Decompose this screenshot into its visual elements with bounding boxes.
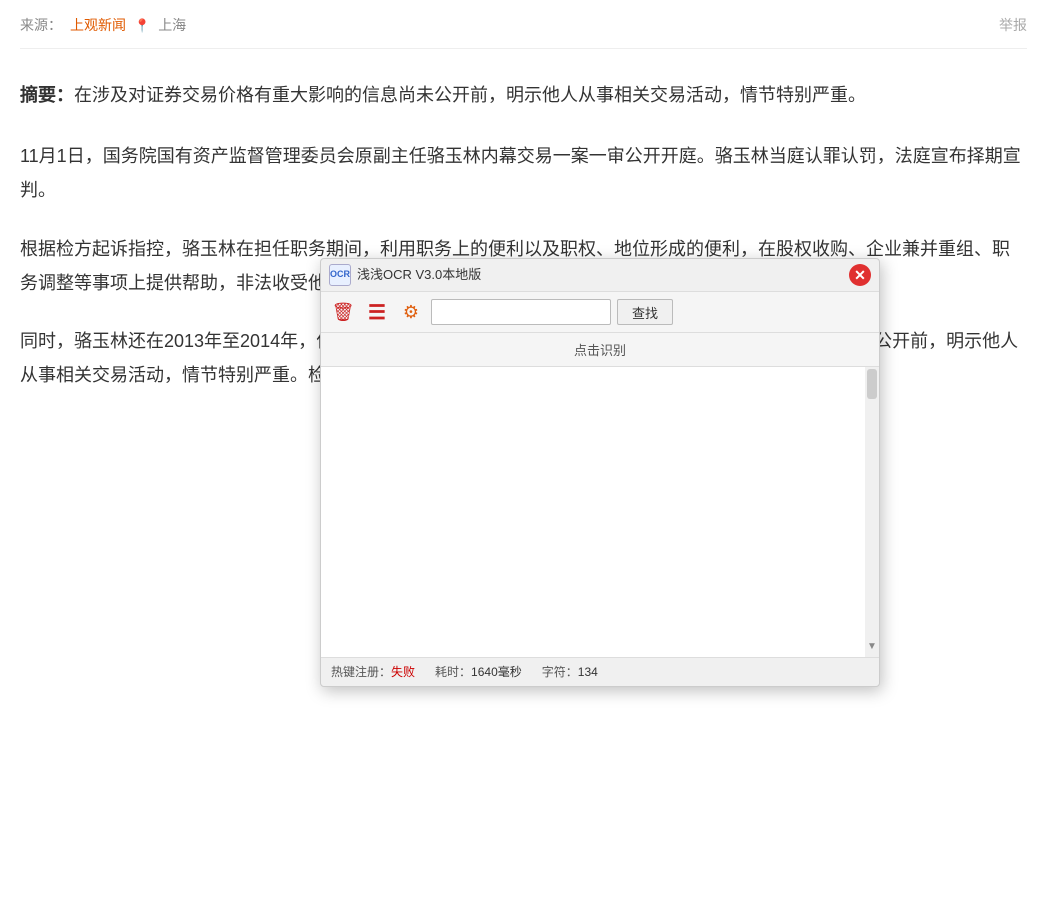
source-label: 来源： bbox=[20, 14, 62, 38]
meta-left: 来源： 上观新闻 📍 上海 bbox=[20, 14, 186, 38]
ocr-content-area[interactable]: ▼ bbox=[321, 367, 879, 657]
hotkey-label-text: 热键注册： bbox=[331, 665, 391, 679]
ocr-titlebar: OCR 浅浅OCR V3.0本地版 ✕ bbox=[321, 259, 879, 292]
source-link[interactable]: 上观新闻 bbox=[70, 14, 126, 38]
summary-block: 摘要：在涉及对证券交易价格有重大影响的信息尚未公开前，明示他人从事相关交易活动，… bbox=[20, 79, 1027, 111]
list-icon: ☰ bbox=[368, 300, 386, 325]
ocr-dialog: OCR 浅浅OCR V3.0本地版 ✕ 🗑 ☰ ⚙ 查找 点击识别 bbox=[320, 258, 880, 687]
ocr-logo-icon: OCR bbox=[329, 264, 351, 286]
time-label-text: 耗时： bbox=[435, 665, 471, 679]
chars-label: 字符：134 bbox=[542, 662, 598, 682]
ocr-trash-button[interactable]: 🗑 bbox=[329, 298, 357, 326]
ocr-find-button[interactable]: 查找 bbox=[617, 299, 673, 325]
ocr-close-button[interactable]: ✕ bbox=[849, 264, 871, 286]
ocr-toolbar: 🗑 ☰ ⚙ 查找 bbox=[321, 292, 879, 333]
article-meta: 来源： 上观新闻 📍 上海 举报 bbox=[20, 0, 1027, 49]
chars-label-text: 字符： bbox=[542, 665, 578, 679]
ocr-statusbar: 热键注册：失败 耗时：1640毫秒 字符：134 bbox=[321, 657, 879, 686]
ocr-recognize-button[interactable]: 点击识别 bbox=[321, 333, 879, 367]
location-text: 上海 bbox=[158, 14, 186, 38]
scroll-arrow-down-icon: ▼ bbox=[867, 638, 877, 655]
time-label: 耗时：1640毫秒 bbox=[435, 662, 522, 682]
article-paragraph-1: 11月1日，国务院国有资产监督管理委员会原副主任骆玉林内幕交易一案一审公开开庭。… bbox=[20, 139, 1027, 207]
report-link[interactable]: 举报 bbox=[999, 17, 1027, 33]
ocr-list-button[interactable]: ☰ bbox=[363, 298, 391, 326]
ocr-scrollbar[interactable]: ▼ bbox=[865, 367, 879, 657]
ocr-search-input[interactable] bbox=[431, 299, 611, 325]
scroll-thumb bbox=[867, 369, 877, 399]
hotkey-label: 热键注册：失败 bbox=[331, 662, 415, 682]
summary-label: 摘要： bbox=[20, 85, 74, 105]
meta-right: 举报 bbox=[999, 14, 1027, 38]
time-value: 1640毫秒 bbox=[471, 665, 522, 679]
hotkey-value: 失败 bbox=[391, 665, 415, 679]
ocr-title-left: OCR 浅浅OCR V3.0本地版 bbox=[329, 264, 481, 286]
location-pin-icon: 📍 bbox=[134, 15, 150, 37]
chars-value: 134 bbox=[578, 665, 598, 679]
ocr-gear-button[interactable]: ⚙ bbox=[397, 298, 425, 326]
page-wrapper: 来源： 上观新闻 📍 上海 举报 摘要：在涉及对证券交易价格有重大影响的信息尚未… bbox=[0, 0, 1047, 426]
trash-icon: 🗑 bbox=[332, 302, 355, 323]
summary-text: 在涉及对证券交易价格有重大影响的信息尚未公开前，明示他人从事相关交易活动，情节特… bbox=[74, 85, 866, 105]
gear-icon: ⚙ bbox=[403, 302, 419, 323]
ocr-title-text: 浅浅OCR V3.0本地版 bbox=[357, 264, 481, 286]
